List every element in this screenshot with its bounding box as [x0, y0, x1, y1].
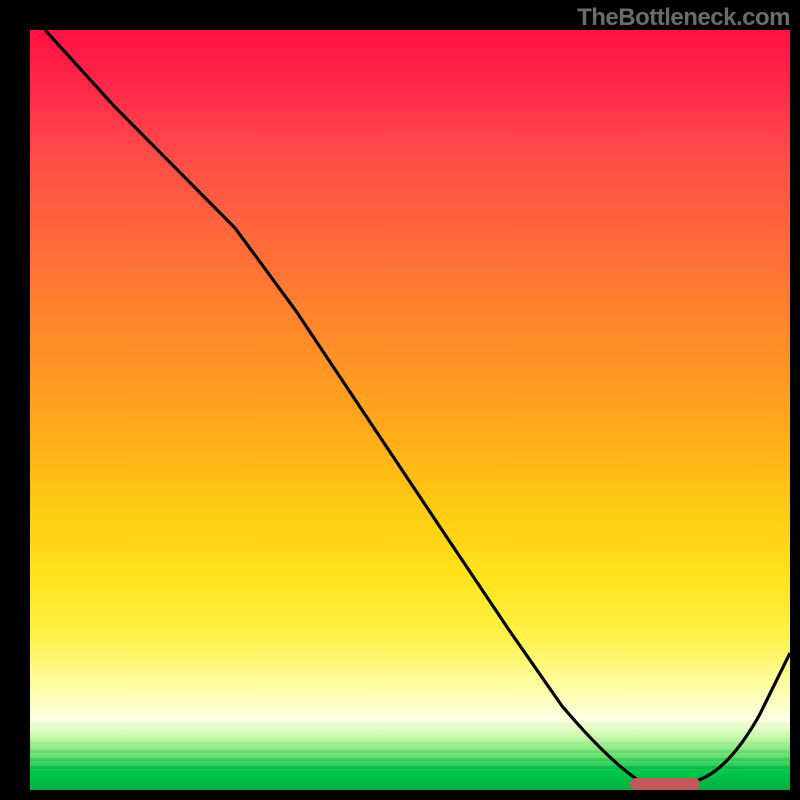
plot-area — [30, 30, 790, 790]
minimum-marker — [630, 778, 700, 790]
chart-container: TheBottleneck.com — [0, 0, 800, 800]
curve-path — [45, 30, 790, 784]
bottleneck-curve — [30, 30, 790, 790]
attribution-text: TheBottleneck.com — [577, 4, 790, 32]
